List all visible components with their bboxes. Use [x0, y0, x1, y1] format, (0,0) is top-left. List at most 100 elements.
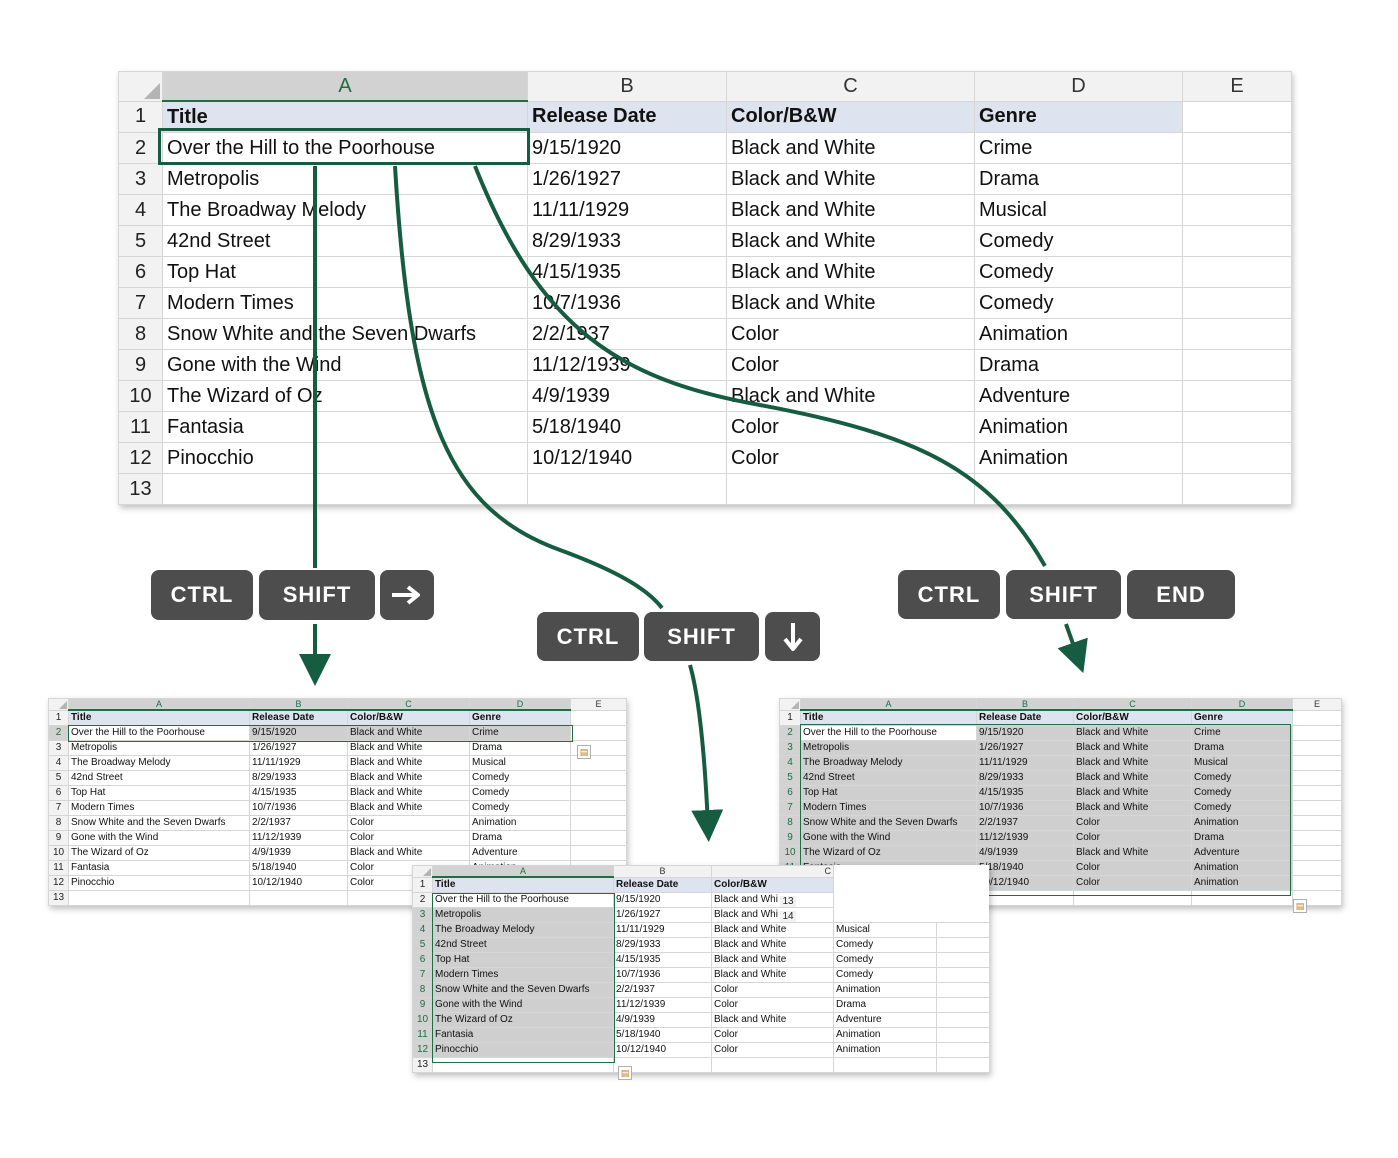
cell[interactable] [1182, 132, 1292, 164]
cell[interactable]: Comedy [974, 287, 1183, 319]
cell[interactable]: 8/29/1933 [613, 937, 712, 953]
cell[interactable]: Color/B&W [726, 100, 975, 133]
cell[interactable] [726, 473, 975, 505]
cell[interactable]: 42nd Street [432, 937, 614, 953]
cell[interactable] [1292, 875, 1342, 891]
cell[interactable]: Black and White [726, 132, 975, 164]
cell[interactable]: Black and White [347, 770, 470, 786]
cell[interactable] [936, 1027, 990, 1043]
row-header[interactable]: 10 [48, 845, 69, 861]
cell[interactable]: The Wizard of Oz [162, 380, 528, 412]
row-header[interactable]: 6 [412, 952, 433, 968]
cell[interactable] [527, 473, 727, 505]
column-header-d[interactable]: D [974, 71, 1183, 102]
cell[interactable]: Top Hat [432, 952, 614, 968]
cell[interactable]: 8/29/1933 [527, 225, 727, 257]
cell[interactable]: The Wizard of Oz [800, 845, 977, 861]
cell[interactable]: 9/15/1920 [527, 132, 727, 164]
cell[interactable]: Comedy [833, 967, 937, 983]
cell[interactable] [432, 1057, 614, 1073]
row-header[interactable]: 5 [48, 770, 69, 786]
cell[interactable] [1292, 830, 1342, 846]
row-header[interactable]: 7 [779, 800, 801, 816]
cell[interactable] [1182, 380, 1292, 412]
row-header[interactable]: 1 [48, 709, 69, 726]
column-header-a[interactable]: A [432, 865, 614, 878]
cell[interactable]: 5/18/1940 [249, 860, 348, 876]
cell[interactable]: 11/11/1929 [249, 755, 348, 771]
cell[interactable]: Color [726, 411, 975, 443]
select-all-corner[interactable] [779, 698, 801, 711]
column-header-d[interactable]: D [1191, 698, 1293, 711]
cell[interactable]: 2/2/1937 [249, 815, 348, 831]
cell[interactable]: 10/7/1936 [249, 800, 348, 816]
cell[interactable]: Drama [833, 997, 937, 1013]
cell[interactable]: Crime [1191, 725, 1293, 741]
cell[interactable]: Metropolis [800, 740, 977, 756]
cell[interactable]: Comedy [974, 225, 1183, 257]
cell[interactable]: Animation [833, 1027, 937, 1043]
cell[interactable]: 4/9/1939 [976, 845, 1074, 861]
cell[interactable] [1292, 740, 1342, 756]
cell[interactable]: Color [711, 982, 834, 998]
cell[interactable]: Gone with the Wind [162, 349, 528, 381]
column-header-c[interactable]: C [711, 865, 834, 878]
row-header[interactable]: 8 [779, 815, 801, 831]
cell[interactable]: 4/9/1939 [613, 1012, 712, 1028]
row-header[interactable]: 9 [412, 997, 433, 1013]
row-header[interactable]: 3 [779, 740, 801, 756]
row-header[interactable]: 13 [118, 473, 163, 505]
row-header[interactable]: 6 [779, 785, 801, 801]
column-header-b[interactable]: B [249, 698, 348, 711]
cell[interactable]: 2/2/1937 [527, 318, 727, 350]
cell[interactable]: Snow White and the Seven Dwarfs [162, 318, 528, 350]
cell[interactable]: 4/15/1935 [249, 785, 348, 801]
cell[interactable]: Snow White and the Seven Dwarfs [68, 815, 250, 831]
cell[interactable]: Adventure [469, 845, 571, 861]
cell[interactable]: Black and White [1073, 770, 1192, 786]
column-header-a[interactable]: A [162, 71, 528, 102]
cell[interactable]: Musical [469, 755, 571, 771]
cell[interactable]: Black and White [347, 800, 470, 816]
row-header[interactable]: 4 [412, 922, 433, 938]
cell[interactable]: Black and White [711, 937, 834, 953]
cell[interactable]: Black and White [347, 740, 470, 756]
cell[interactable]: 1/26/1927 [613, 907, 712, 923]
cell[interactable] [1182, 100, 1292, 133]
cell[interactable]: Genre [1191, 709, 1293, 726]
cell[interactable]: Musical [833, 922, 937, 938]
cell[interactable] [936, 922, 990, 938]
cell[interactable]: Musical [1191, 755, 1293, 771]
cell[interactable]: Metropolis [68, 740, 250, 756]
row-header[interactable]: 1 [779, 709, 801, 726]
cell[interactable]: Black and White [711, 952, 834, 968]
cell[interactable] [936, 952, 990, 968]
row-header[interactable]: 9 [779, 830, 801, 846]
select-all-corner[interactable] [412, 865, 433, 878]
cell[interactable]: 10/7/1936 [527, 287, 727, 319]
cell[interactable]: Comedy [1191, 800, 1293, 816]
cell[interactable]: Drama [469, 830, 571, 846]
cell[interactable] [711, 1057, 834, 1073]
column-header-b[interactable]: B [976, 698, 1074, 711]
cell[interactable] [936, 1042, 990, 1058]
cell[interactable]: Comedy [469, 800, 571, 816]
cell[interactable]: Top Hat [68, 785, 250, 801]
row-header[interactable]: 3 [412, 907, 433, 923]
cell[interactable]: 11/11/1929 [613, 922, 712, 938]
cell[interactable] [1182, 163, 1292, 195]
row-header[interactable]: 7 [48, 800, 69, 816]
row-header[interactable]: 11 [118, 411, 163, 443]
row-header[interactable]: 13 [48, 890, 69, 906]
cell[interactable]: Comedy [1191, 785, 1293, 801]
cell[interactable]: Black and White [1073, 785, 1192, 801]
column-header-e[interactable]: E [1292, 698, 1342, 711]
cell[interactable]: Gone with the Wind [432, 997, 614, 1013]
cell[interactable]: Modern Times [432, 967, 614, 983]
cell[interactable] [570, 770, 627, 786]
row-header[interactable]: 10 [118, 380, 163, 412]
cell[interactable]: 4/9/1939 [249, 845, 348, 861]
row-header[interactable]: 8 [118, 318, 163, 350]
cell[interactable] [936, 967, 990, 983]
cell[interactable] [1073, 890, 1192, 906]
